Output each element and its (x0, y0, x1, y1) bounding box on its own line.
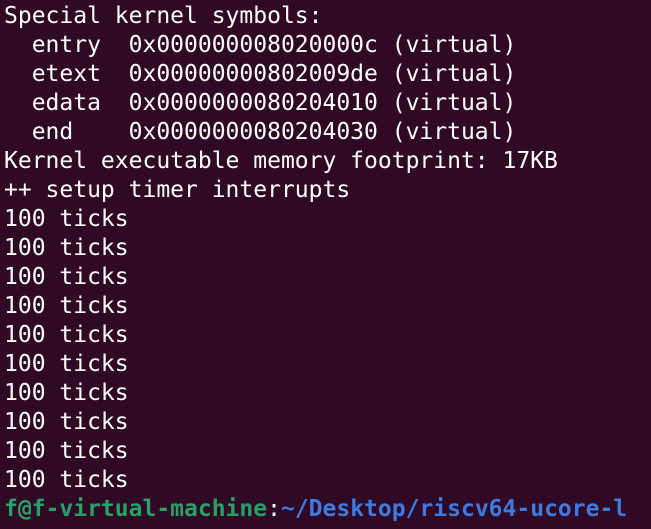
output-line: 100 ticks (4, 322, 129, 348)
output-line: 100 ticks (4, 206, 129, 232)
output-line: etext 0x00000000802009de (virtual) (4, 61, 517, 87)
output-line: 100 ticks (4, 467, 129, 493)
output-line: 100 ticks (4, 264, 129, 290)
prompt-separator: : (267, 496, 281, 522)
output-line: edata 0x0000000080204010 (virtual) (4, 90, 517, 116)
terminal-window[interactable]: Special kernel symbols: entry 0x00000000… (0, 0, 651, 529)
terminal-output: Special kernel symbols: entry 0x00000000… (4, 2, 627, 524)
output-line: ++ setup timer interrupts (4, 177, 351, 203)
shell-prompt[interactable]: f@f-virtual-machine:~/Desktop/riscv64-uc… (4, 495, 627, 524)
output-line: 100 ticks (4, 409, 129, 435)
output-line: entry 0x000000008020000c (virtual) (4, 32, 517, 58)
prompt-path: ~/Desktop/riscv64-ucore-l (280, 496, 628, 522)
output-line: 100 ticks (4, 293, 129, 319)
output-line: Kernel executable memory footprint: 17KB (4, 148, 558, 174)
output-line: 100 ticks (4, 438, 129, 464)
output-line: 100 ticks (4, 235, 129, 261)
output-line: end 0x0000000080204030 (virtual) (4, 119, 517, 145)
output-line: Special kernel symbols: (4, 3, 323, 29)
prompt-user-host: f@f-virtual-machine (4, 496, 268, 522)
output-line: 100 ticks (4, 351, 129, 377)
output-line: 100 ticks (4, 380, 129, 406)
